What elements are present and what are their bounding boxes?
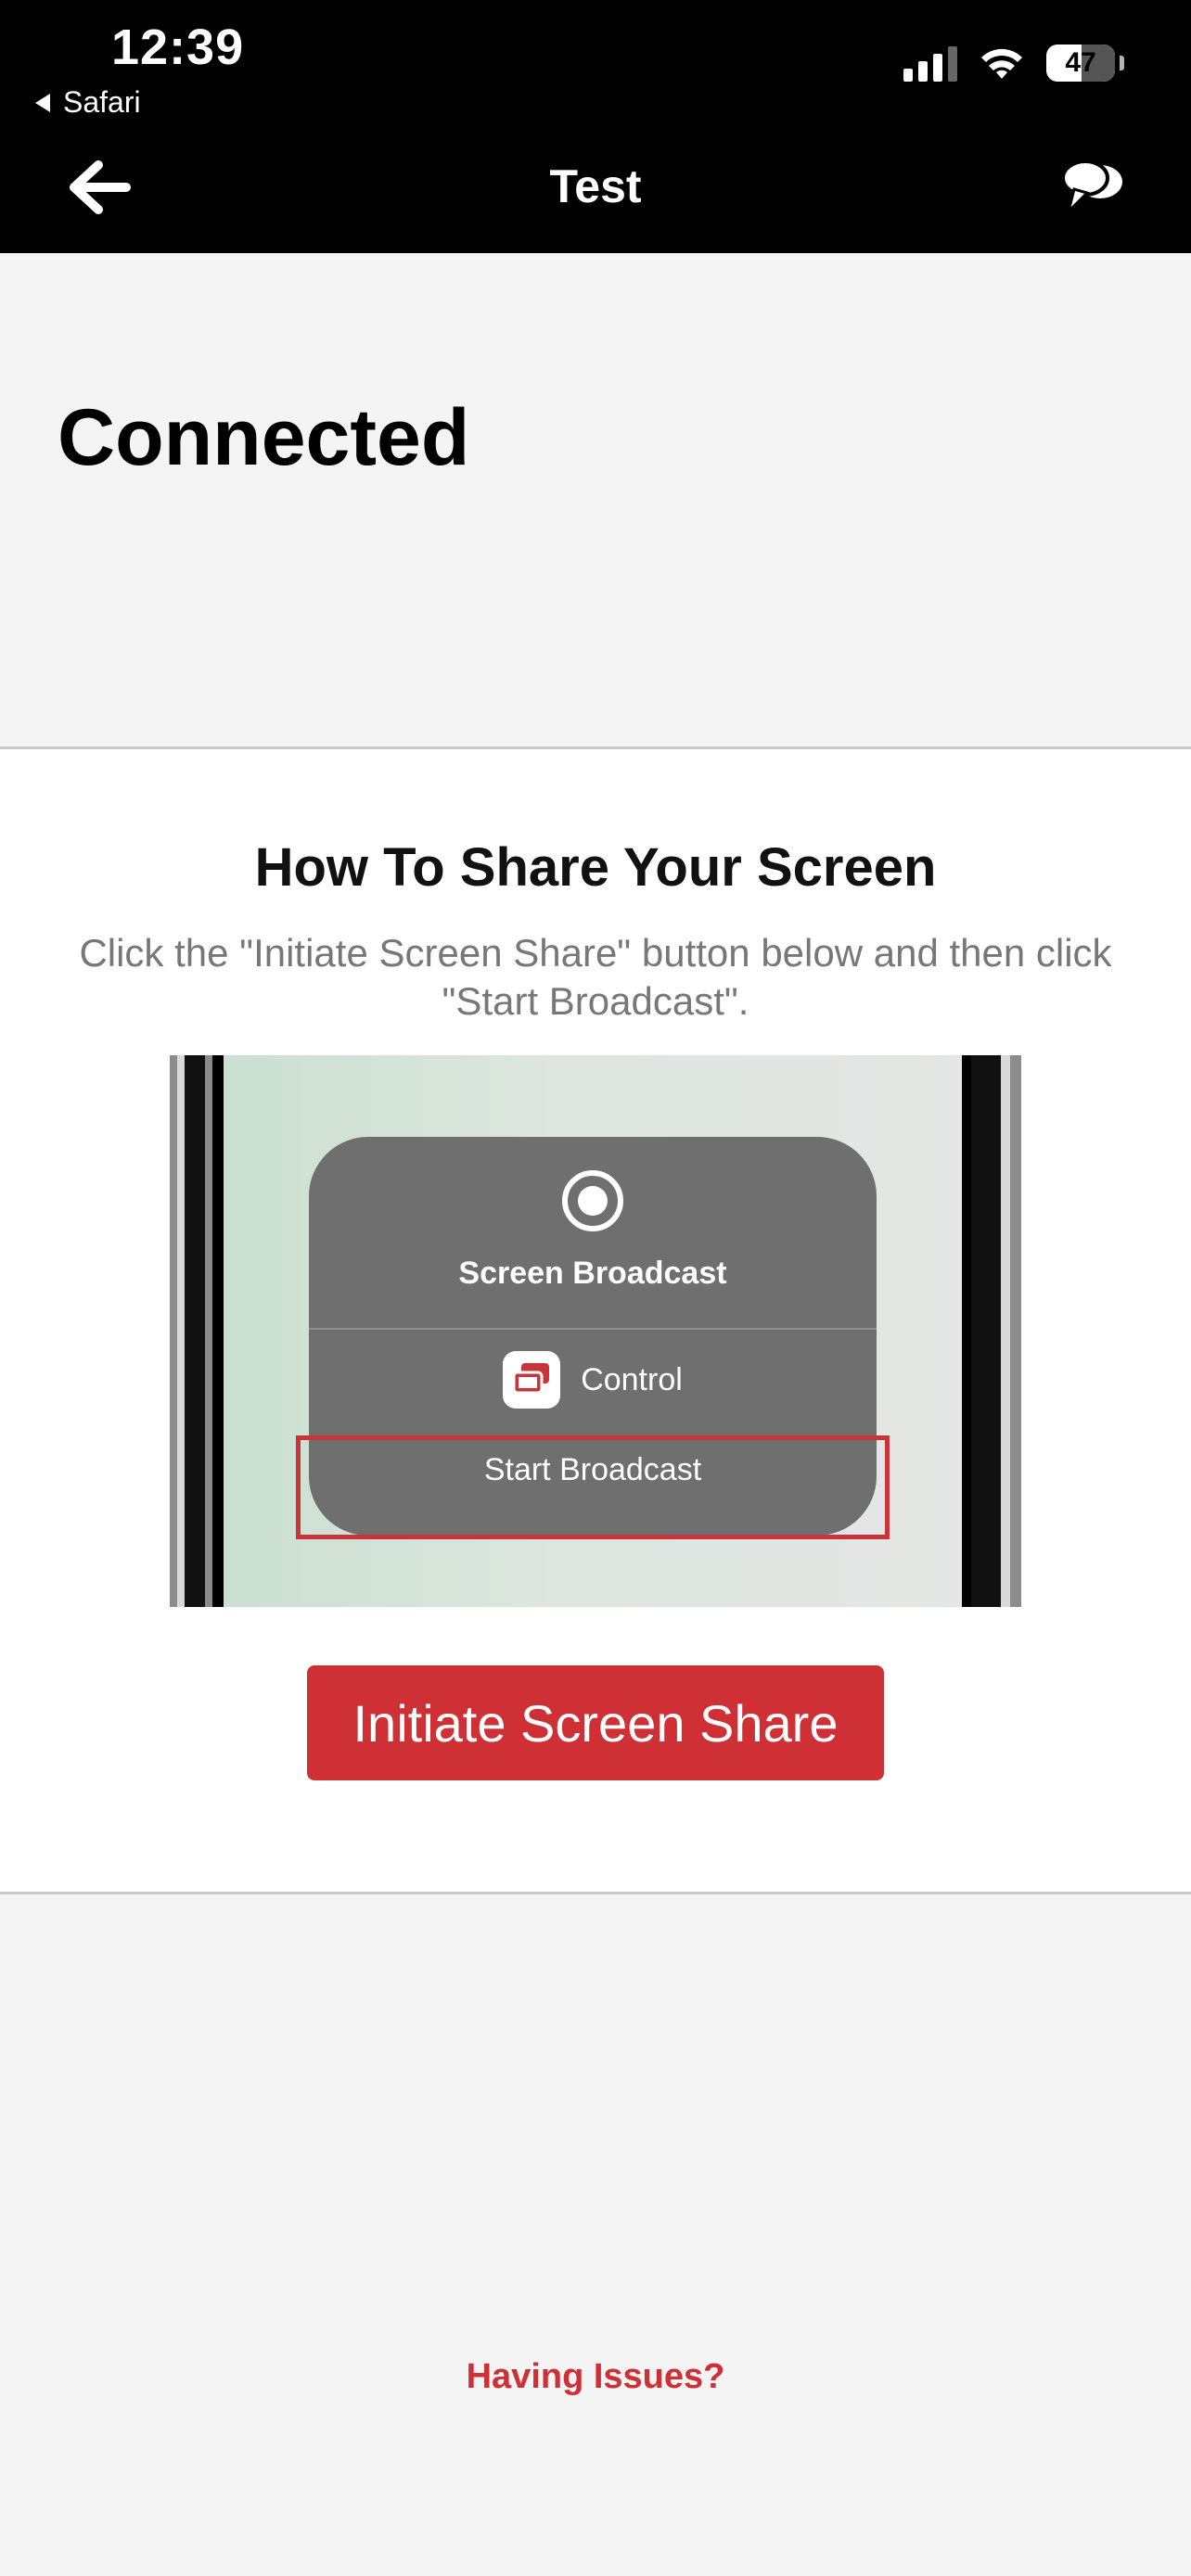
connection-status-text: Connected xyxy=(58,393,470,482)
howto-card: How To Share Your Screen Click the "Init… xyxy=(0,749,1191,1894)
wifi-icon xyxy=(981,48,1022,79)
status-time: 12:39 xyxy=(111,19,245,75)
howto-title: How To Share Your Screen xyxy=(254,837,937,898)
status-icons: 47 xyxy=(903,45,1124,82)
battery-icon: 47 xyxy=(1046,45,1124,82)
status-back-to-app[interactable]: Safari xyxy=(35,85,141,120)
control-app-icon xyxy=(503,1351,561,1409)
phone-frame-left xyxy=(170,1055,224,1607)
page-title: Test xyxy=(549,160,642,212)
battery-level: 47 xyxy=(1065,47,1096,78)
connection-status-section: Connected xyxy=(0,253,1191,749)
panel-app-label: Control xyxy=(581,1361,683,1397)
speech-bubbles-icon[interactable] xyxy=(1059,156,1126,219)
status-back-label: Safari xyxy=(63,85,141,119)
screen: 12:39 Safari 47 Test Connected How To Sh… xyxy=(0,0,1191,2576)
panel-app-row: Control xyxy=(309,1341,877,1419)
broadcast-illustration: Screen Broadcast Control Start Broadcast xyxy=(170,1055,1021,1607)
phone-frame-right xyxy=(962,1055,1021,1607)
header: 12:39 Safari 47 Test xyxy=(0,0,1191,253)
cellular-signal-icon xyxy=(903,45,957,82)
back-triangle-icon xyxy=(35,93,50,112)
record-icon xyxy=(562,1170,623,1231)
initiate-screen-share-button[interactable]: Initiate Screen Share xyxy=(307,1665,884,1780)
howto-description: Click the "Initiate Screen Share" button… xyxy=(79,931,1112,1023)
panel-divider xyxy=(309,1328,877,1330)
having-issues-link[interactable]: Having Issues? xyxy=(0,2357,1191,2397)
panel-title: Screen Broadcast xyxy=(458,1256,727,1291)
highlight-box xyxy=(296,1435,890,1539)
